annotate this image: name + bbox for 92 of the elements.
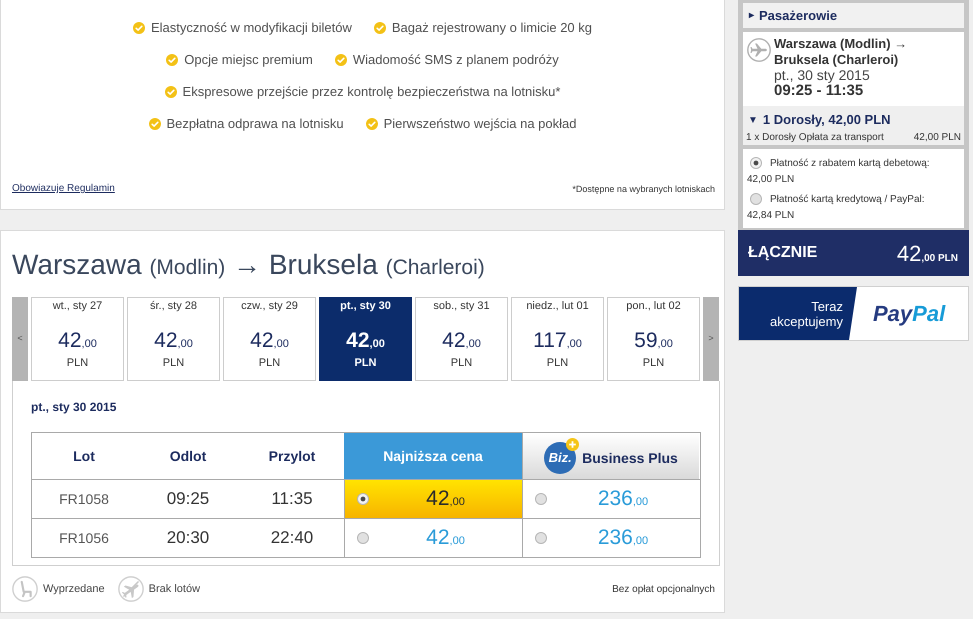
biz-badge: Biz.	[544, 442, 576, 474]
paypal-logo: PayPal	[873, 300, 946, 328]
column-label: Business Plus	[582, 448, 678, 468]
date-tile[interactable]: pon., lut 02 59,00 PLN	[607, 297, 700, 381]
triangle-icon: ▸	[749, 8, 754, 23]
currency-label: PLN	[546, 356, 568, 370]
date-tile[interactable]: niedz., lut 01 117,00 PLN	[511, 297, 604, 381]
feature-text: Bagaż rejestrowany o limicie 20 kg	[392, 19, 592, 38]
banner-text: Teraz akceptujemy	[769, 298, 843, 328]
terms-link[interactable]: Obowiazuje Regulamin	[12, 181, 115, 196]
table-cell-text: 11:35	[270, 488, 314, 510]
check-circle-icon	[166, 54, 178, 66]
table-cell-text: FR1058	[58, 490, 110, 508]
plane-icon	[747, 38, 771, 62]
next-days-button[interactable]: >	[703, 297, 719, 381]
total-label: ŁĄCZNIE	[748, 243, 818, 263]
radio-button[interactable]	[357, 493, 369, 505]
table-cell-text: FR1056	[58, 528, 110, 548]
date-label: śr., sty 28	[150, 299, 198, 313]
crossed-plane-icon	[118, 576, 144, 602]
date-tile[interactable]: śr., sty 28 42,00 PLN	[127, 297, 220, 381]
trip-date: pt., 30 sty 2015	[774, 68, 871, 83]
check-circle-icon	[374, 22, 386, 34]
currency-label: PLN	[258, 356, 280, 370]
check-circle-icon	[148, 118, 160, 130]
legend-label: Wyprzedane	[43, 582, 105, 597]
trip-times: 09:25 - 11:35	[774, 83, 864, 99]
payment-option-amount: 42,00 PLN	[747, 173, 794, 187]
date-label: pon., lut 02	[626, 299, 681, 313]
trip-route: Bruksela (Charleroi)	[774, 52, 900, 68]
tile-price: 42,00	[250, 329, 289, 353]
radio-button[interactable]	[750, 193, 762, 205]
tile-price: 42,00	[346, 329, 385, 353]
payment-option-label: Płatność z rabatem kartą debetową:	[770, 156, 930, 170]
tile-price: 59,00	[634, 329, 673, 353]
tile-price: 117,00	[533, 329, 582, 353]
date-tile[interactable]: sob., sty 31 42,00 PLN	[415, 297, 508, 381]
legend-note: Bez opłat opcjonalnych	[612, 582, 716, 596]
currency-label: PLN	[642, 356, 664, 370]
currency-label: PLN	[66, 356, 88, 370]
fare-summary-toggle[interactable]: ▼ 1 Dorosły, 42,00 PLN	[746, 112, 891, 128]
date-tile[interactable]: wt., sty 27 42,00 PLN	[31, 297, 124, 381]
radio-button[interactable]	[535, 532, 547, 544]
feature-text: Ekspresowe przejście przez kontrolę bezpieczeństwa na lotnisku*	[182, 83, 560, 102]
radio-button[interactable]	[750, 157, 762, 169]
feature-text: Wiadomość SMS z planem podróży	[352, 51, 559, 70]
passengers-header[interactable]: ▸ Pasażerowie	[743, 3, 964, 28]
table-cell-text: 09:25	[166, 488, 210, 510]
fare-line-amount: 42,00 PLN	[914, 130, 961, 144]
feature-text: Elastyczność w modyfikacji biletów	[150, 19, 352, 38]
plus-badge-icon	[566, 438, 580, 451]
date-label: niedz., lut 01	[526, 299, 589, 313]
check-circle-icon	[366, 118, 378, 130]
total-amount: 42,00 PLN	[896, 240, 958, 268]
route-title: Warszawa (Modlin) → Bruksela (Charleroi)	[12, 248, 485, 282]
radio-button[interactable]	[357, 532, 369, 544]
currency-label: PLN	[354, 356, 376, 370]
date-label: czw., sty 29	[241, 299, 298, 313]
feature-text: Opcje miejsc premium	[184, 51, 313, 70]
legend-label: Brak lotów	[148, 582, 200, 597]
tile-price: 42,00	[442, 329, 481, 353]
column-header: Najniższa cena	[344, 433, 522, 479]
fare-price: 42,00	[425, 486, 466, 512]
previous-days-button[interactable]: <	[12, 297, 28, 381]
currency-label: PLN	[162, 356, 184, 370]
table-cell-text: 22:40	[270, 527, 314, 550]
feature-text: Pierwszeństwo wejścia na pokład	[384, 115, 576, 134]
date-label: wt., sty 27	[52, 299, 102, 313]
check-circle-icon	[164, 86, 177, 98]
table-cell-text: 20:30	[166, 527, 210, 550]
date-tile[interactable]: pt., sty 30 42,00 PLN	[319, 297, 412, 381]
radio-button[interactable]	[535, 493, 547, 505]
triangle-icon: ▼	[748, 112, 758, 128]
fare-price: 236,00	[596, 525, 650, 552]
selected-date: pt., sty 30 2015	[31, 399, 116, 415]
tile-price: 42,00	[154, 329, 193, 353]
check-circle-icon	[334, 54, 347, 66]
fare-price: 236,00	[596, 486, 650, 512]
date-label: sob., sty 31	[433, 299, 490, 313]
check-circle-icon	[132, 22, 145, 34]
payment-option-label: Płatność kartą kredytową / PayPal:	[770, 192, 925, 206]
seat-icon	[12, 576, 38, 602]
footnote-text: *Dostępne na wybranych lotniskach	[572, 182, 715, 196]
date-label: pt., sty 30	[340, 299, 391, 313]
fare-line-label: 1 x Dorosły Opłata za transport	[746, 130, 884, 144]
date-tile[interactable]: czw., sty 29 42,00 PLN	[223, 297, 316, 381]
fare-price: 42,00	[425, 525, 466, 552]
tile-price: 42,00	[58, 329, 97, 353]
feature-text: Bezpłatna odprawa na lotnisku	[166, 115, 344, 134]
payment-option-amount: 42,84 PLN	[747, 209, 794, 223]
trip-route: Warszawa (Modlin) →	[774, 36, 908, 52]
currency-label: PLN	[450, 356, 472, 370]
